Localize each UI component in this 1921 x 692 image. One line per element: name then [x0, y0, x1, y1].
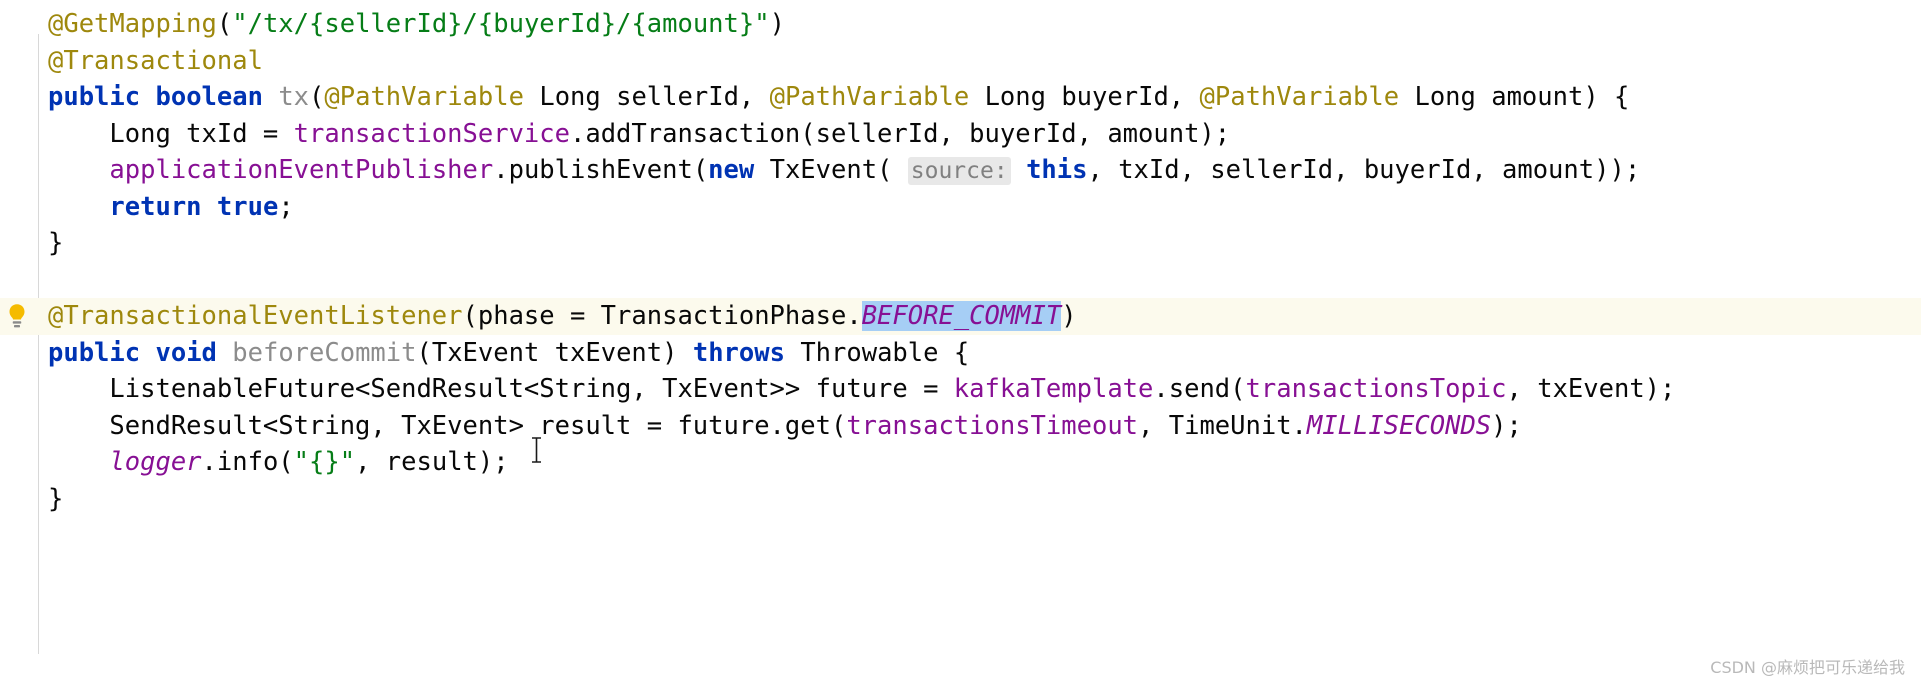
- code-token: boolean: [155, 82, 263, 112]
- code-token: kafkaTemplate: [953, 374, 1154, 404]
- code-token: public: [48, 82, 141, 112]
- code-token: throws: [692, 337, 785, 368]
- code-token: Throwable {: [784, 337, 970, 368]
- code-line[interactable]: Long txId = transactionService.addTransa…: [0, 116, 1921, 153]
- code-token: , result);: [355, 447, 509, 477]
- code-token: );: [1491, 410, 1522, 441]
- code-line[interactable]: public boolean tx(@PathVariable Long sel…: [0, 79, 1921, 116]
- code-token: }: [48, 483, 64, 514]
- code-line[interactable]: [0, 262, 1921, 299]
- code-token: Long sellerId,: [523, 82, 770, 112]
- code-token: this: [1026, 155, 1088, 185]
- code-line[interactable]: @GetMapping("/tx/{sellerId}/{buyerId}/{a…: [0, 6, 1921, 43]
- code-token: (TxEvent txEvent): [416, 337, 693, 368]
- code-line[interactable]: @Transactional: [0, 43, 1921, 80]
- code-line[interactable]: ListenableFuture<SendResult<String, TxEv…: [0, 371, 1921, 408]
- code-token: Long amount) {: [1399, 82, 1630, 112]
- code-token: TxEvent(: [754, 155, 908, 185]
- code-line[interactable]: applicationEventPublisher.publishEvent(n…: [0, 152, 1921, 189]
- code-line[interactable]: logger.info("{}", result);: [0, 444, 1921, 481]
- code-token: transactionsTopic: [1245, 374, 1507, 404]
- code-token: logger: [109, 447, 202, 477]
- lightbulb-intention-icon[interactable]: [2, 301, 32, 331]
- code-token: , TimeUnit.: [1138, 410, 1307, 441]
- code-token: "/tx/{sellerId}/{buyerId}/{amount}": [232, 9, 770, 39]
- code-token: (: [309, 82, 325, 112]
- code-token: true: [216, 191, 279, 222]
- code-token: ): [1061, 301, 1077, 331]
- code-token: void: [155, 337, 217, 368]
- code-token: BEFORE_COMMIT: [861, 301, 1062, 331]
- code-token: .publishEvent(: [493, 155, 709, 185]
- code-lines-container[interactable]: @GetMapping("/tx/{sellerId}/{buyerId}/{a…: [0, 0, 1921, 692]
- code-token: @GetMapping: [48, 9, 217, 39]
- watermark: CSDN @麻烦把可乐递给我: [1710, 658, 1905, 677]
- code-token: @PathVariable: [769, 82, 970, 112]
- code-token: transactionService: [293, 118, 570, 149]
- code-line[interactable]: }: [0, 225, 1921, 262]
- code-token: }: [48, 228, 64, 258]
- code-line[interactable]: @TransactionalEventListener(phase = Tran…: [0, 298, 1921, 335]
- code-token: transactionsTimeout: [846, 410, 1139, 441]
- code-token: (: [216, 9, 233, 39]
- code-token: , txEvent);: [1506, 374, 1676, 404]
- inlay-parameter-hint: source:: [907, 157, 1011, 185]
- code-token: Long txId =: [48, 118, 294, 149]
- code-token: (phase = TransactionPhase.: [462, 301, 862, 331]
- code-token: tx: [278, 82, 310, 112]
- code-token: Long buyerId,: [969, 82, 1200, 112]
- code-token: @Transactional: [48, 45, 263, 76]
- code-token: ListenableFuture<SendResult<String, TxEv…: [48, 374, 954, 404]
- code-line[interactable]: return true;: [0, 189, 1921, 226]
- code-token: @PathVariable: [1199, 82, 1400, 112]
- code-token: MILLISECONDS: [1306, 410, 1492, 441]
- code-line[interactable]: }: [0, 481, 1921, 518]
- code-token: ): [769, 9, 785, 39]
- code-token: ;: [278, 191, 294, 222]
- code-token: applicationEventPublisher: [109, 155, 494, 185]
- code-line[interactable]: SendResult<String, TxEvent> result = fut…: [0, 408, 1921, 445]
- code-token: .addTransaction(sellerId, buyerId, amoun…: [569, 118, 1231, 149]
- code-token: beforeCommit: [232, 337, 417, 368]
- code-token: public: [48, 337, 141, 368]
- code-token: @PathVariable: [324, 82, 524, 112]
- code-token: .send(: [1153, 374, 1246, 404]
- code-editor[interactable]: @GetMapping("/tx/{sellerId}/{buyerId}/{a…: [0, 0, 1921, 686]
- code-token: @TransactionalEventListener: [48, 301, 463, 331]
- code-line[interactable]: public void beforeCommit(TxEvent txEvent…: [0, 335, 1921, 372]
- code-token: , txId, sellerId, buyerId, amount));: [1087, 155, 1641, 185]
- code-token: "{}": [293, 447, 356, 477]
- code-token: SendResult<String, TxEvent> result = fut…: [48, 410, 847, 441]
- code-token: new: [708, 155, 755, 185]
- code-token: .info(: [201, 447, 294, 477]
- code-token: return: [109, 191, 202, 222]
